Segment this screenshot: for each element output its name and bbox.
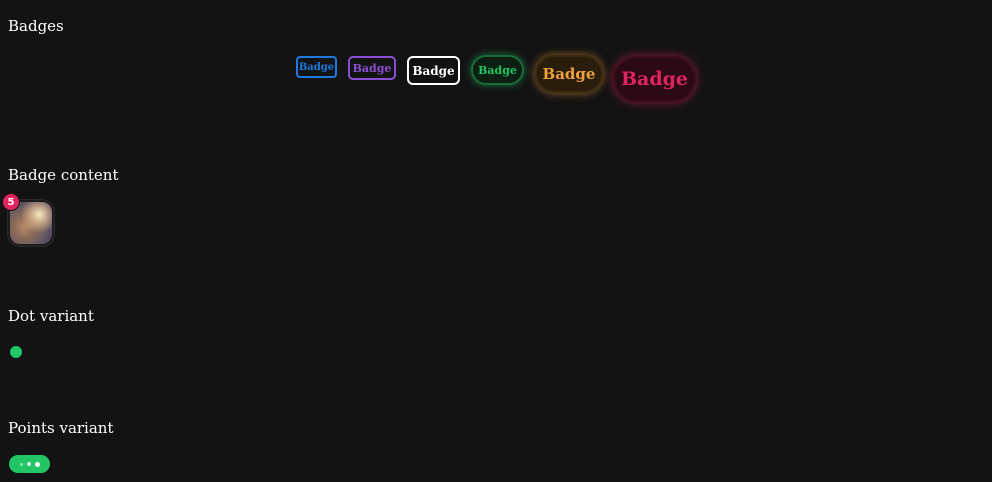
dot-variant-section-title: Dot variant <box>8 307 94 325</box>
points-badge <box>9 455 50 473</box>
avatar-with-badge: 5 <box>2 193 56 246</box>
badge-purple: Badge <box>348 56 396 80</box>
badges-row: Badge Badge Badge Badge Badge Badge <box>0 54 992 104</box>
badges-section-title: Badges <box>8 17 64 35</box>
points-variant-section-title: Points variant <box>8 419 114 437</box>
notification-count-badge: 5 <box>2 193 20 211</box>
point-dot <box>26 462 31 466</box>
point-dot <box>34 461 40 467</box>
status-dot <box>10 346 22 358</box>
badge-blue-small: Badge <box>296 56 337 78</box>
point-dot <box>19 462 23 466</box>
badge-orange-glow: Badge <box>535 55 603 93</box>
badge-pink-glow-large: Badge <box>613 56 696 102</box>
badge-white: Badge <box>407 56 460 85</box>
badge-green-glow: Badge <box>471 55 524 85</box>
badge-content-section-title: Badge content <box>8 166 119 184</box>
